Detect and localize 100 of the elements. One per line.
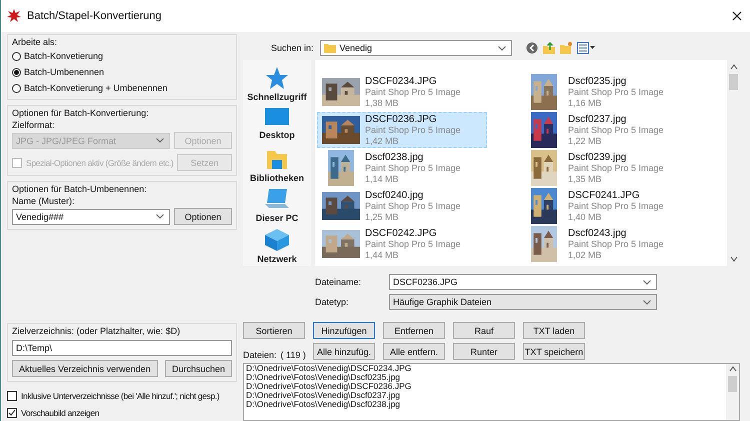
network-icon (264, 228, 290, 252)
file-name: Dscf0243.jpg (568, 228, 628, 238)
group-label: Zielverzeichnis: (oder Platzhalter, wie: $D) (12, 326, 182, 336)
action-button[interactable]: TXT laden (523, 322, 585, 339)
file-item[interactable]: Dscf0237.jpg Paint Shop Pro 5 Image 1,22 MB (520, 112, 690, 148)
file-name: DSCF0236.JPG (365, 114, 438, 124)
file-item[interactable]: DSCF0234.JPG Paint Shop Pro 5 Image 1,38 MB (317, 74, 487, 110)
file-path[interactable]: D:\Onedrive\Fotos\Venedig\Dscf0238.jpg (246, 400, 726, 409)
checkbox-label[interactable]: Vorschaubild anzeigen (21, 408, 100, 418)
file-type-dropdown[interactable]: Häufige Graphik Dateien (389, 294, 657, 310)
file-size: 1,14 MB (365, 174, 400, 184)
file-size: 1,16 MB (568, 98, 603, 108)
browse-button[interactable]: Durchsuchen (164, 360, 232, 377)
file-name-field[interactable]: DSCF0236.JPG (389, 274, 657, 290)
file-name: Dscf0239.jpg (568, 152, 628, 162)
places-item[interactable]: Dieser PC (256, 187, 298, 226)
radio-button[interactable] (12, 52, 21, 60)
places-item[interactable]: Bibliotheken (250, 146, 304, 186)
radio-button[interactable] (12, 84, 21, 92)
file-size: 1,38 MB (365, 98, 400, 108)
scroll-up-icon[interactable] (730, 64, 738, 70)
file-item[interactable]: Dscf0240.jpg Paint Shop Pro 5 Image 1,25 MB (317, 188, 487, 224)
file-size: 1,35 MB (568, 174, 603, 184)
scroll-thumb[interactable] (729, 74, 738, 90)
radio-label[interactable]: Batch-Konvetierung + Umbenennen (24, 83, 168, 93)
view-menu-icon[interactable] (576, 42, 595, 54)
file-type: Paint Shop Pro 5 Image (365, 86, 461, 98)
places-item[interactable]: Desktop (259, 106, 295, 145)
group-label: Optionen für Batch-Umbenennen: (12, 184, 148, 194)
close-icon[interactable] (732, 11, 742, 21)
action-button[interactable]: Sortieren (243, 322, 305, 339)
file-path[interactable]: D:\Onedrive\Fotos\Venedig\DSCF0234.JPG (246, 364, 726, 373)
file-type: Paint Shop Pro 5 Image (568, 238, 664, 250)
places-item[interactable]: Schnellzugriff (247, 66, 307, 104)
file-type: Paint Shop Pro 5 Image (568, 124, 664, 136)
checkbox-label[interactable]: Inklusive Unterverzeichnisse (bei 'Alle hinzuf.'; nicht gesp.) (21, 390, 220, 400)
file-name: DSCF0241.JPG (568, 190, 641, 200)
field-label: Name (Muster): (12, 196, 76, 206)
file-item[interactable]: Dscf0235.jpg Paint Shop Pro 5 Image 1,16 MB (520, 74, 690, 110)
use-current-folder-button[interactable]: Aktuelles Verzeichnis verwenden (12, 360, 158, 377)
action-button[interactable]: TXT speichern (523, 343, 585, 360)
look-in-dropdown[interactable]: Venedig (320, 40, 512, 56)
file-type: Paint Shop Pro 5 Image (568, 200, 664, 212)
file-size: 1,02 MB (568, 250, 603, 260)
files-label: Dateien: (243, 350, 277, 360)
options-button[interactable]: Optionen (174, 208, 232, 225)
scroll-up-icon[interactable] (728, 366, 736, 372)
scroll-down-icon[interactable] (730, 256, 738, 262)
file-item[interactable]: DSCF0241.JPG Paint Shop Pro 5 Image 1,40 MB (520, 188, 690, 224)
field-label: Datetyp: (315, 297, 350, 307)
file-size: 1,44 MB (365, 250, 400, 260)
app-logo-icon (7, 9, 21, 23)
file-type: Paint Shop Pro 5 Image (365, 124, 461, 136)
back-icon[interactable] (526, 42, 538, 54)
file-item[interactable]: Dscf0238.jpg Paint Shop Pro 5 Image 1,14 MB (317, 150, 487, 186)
target-folder-field[interactable]: D:\Temp\ (12, 340, 232, 356)
checkbox[interactable] (7, 408, 17, 418)
file-name: Dscf0237.jpg (568, 114, 628, 124)
places-item[interactable]: Netzwerk (257, 228, 297, 266)
file-item[interactable]: Dscf0243.jpg Paint Shop Pro 5 Image 1,02 MB (520, 226, 690, 262)
star-icon (264, 66, 289, 90)
action-button[interactable]: Entfernen (383, 322, 445, 339)
action-button[interactable]: Runter (453, 343, 515, 360)
file-type: Paint Shop Pro 5 Image (365, 238, 461, 250)
file-size: 1,22 MB (568, 136, 603, 146)
file-path[interactable]: D:\Onedrive\Fotos\Venedig\Dscf0235.jpg (246, 373, 726, 382)
file-path[interactable]: D:\Onedrive\Fotos\Venedig\DSCF0236.JPG (246, 382, 726, 391)
checkbox[interactable] (7, 390, 17, 400)
file-name: Dscf0240.jpg (365, 190, 424, 200)
radio-button[interactable] (12, 68, 21, 76)
file-size: 1,42 MB (365, 136, 400, 146)
field-label: Zielformat: (12, 120, 56, 130)
file-name: Dscf0235.jpg (568, 76, 628, 86)
action-button[interactable]: Alle hinzufüg. (313, 343, 375, 360)
file-name: DSCF0242.JPG (365, 228, 438, 238)
radio-label[interactable]: Batch-Konvetierung (24, 51, 104, 61)
field-label: Suchen in: (271, 43, 314, 53)
action-button[interactable]: Alle entfern. (383, 343, 445, 360)
radio-label[interactable]: Batch-Umbenennen (24, 67, 104, 77)
up-folder-icon[interactable] (542, 42, 555, 54)
action-button[interactable]: Hinzufügen (313, 322, 375, 339)
group-label: Arbeite als: (12, 37, 58, 47)
file-size: 1,25 MB (365, 212, 400, 222)
scrollbar[interactable] (726, 364, 739, 420)
file-name: Dscf0238.jpg (365, 152, 424, 162)
file-size: 1,40 MB (568, 212, 603, 222)
file-item[interactable]: DSCF0242.JPG Paint Shop Pro 5 Image 1,44 MB (317, 226, 487, 262)
file-type: Paint Shop Pro 5 Image (568, 162, 664, 174)
file-item[interactable]: Dscf0239.jpg Paint Shop Pro 5 Image 1,35 MB (520, 150, 690, 186)
group-label: Optionen für Batch-Konvertierung: (12, 108, 150, 118)
name-pattern-dropdown[interactable]: Venedig### (12, 208, 170, 224)
action-button[interactable]: Rauf (453, 322, 515, 339)
file-item[interactable]: DSCF0236.JPG Paint Shop Pro 5 Image 1,42 MB (317, 112, 487, 148)
scroll-thumb[interactable] (728, 376, 737, 392)
folder-icon (324, 43, 336, 53)
file-type: Paint Shop Pro 5 Image (568, 86, 664, 98)
file-type: Paint Shop Pro 5 Image (365, 162, 461, 174)
file-type: Paint Shop Pro 5 Image (365, 200, 461, 212)
file-path[interactable]: D:\Onedrive\Fotos\Venedig\Dscf0237.jpg (246, 391, 726, 400)
field-label: Dateiname: (315, 277, 362, 287)
